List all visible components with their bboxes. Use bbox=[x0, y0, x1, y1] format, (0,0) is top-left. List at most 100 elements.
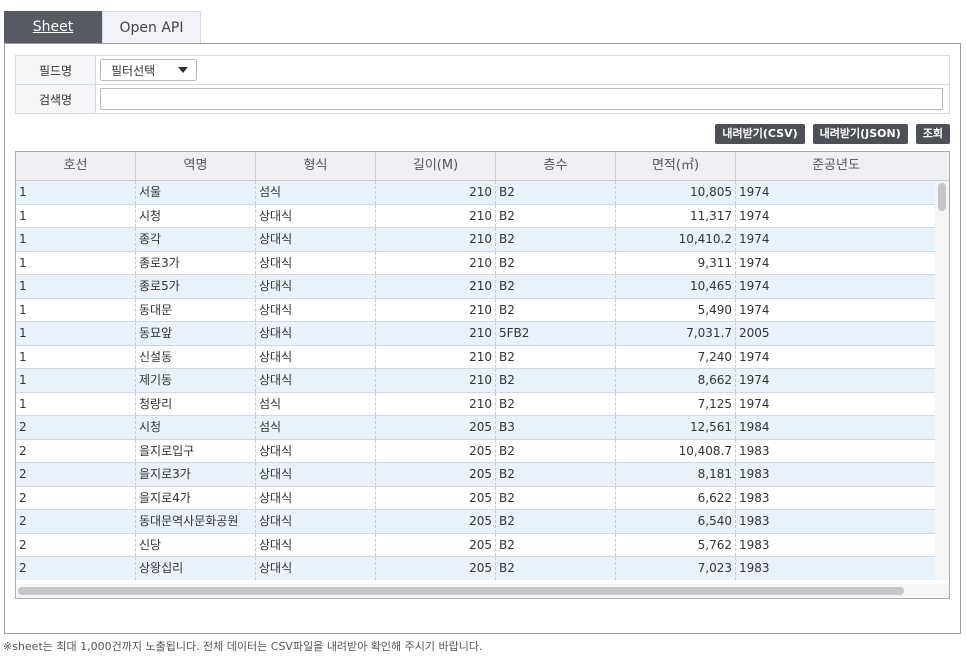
table-row[interactable]: 1 동대문 상대식 210 B2 5,490 1974 bbox=[16, 298, 936, 322]
table-cell: 10,410.2 bbox=[616, 228, 736, 251]
table-cell: B2 bbox=[496, 228, 616, 251]
table-cell: B2 bbox=[496, 275, 616, 298]
table-cell: 2 bbox=[16, 533, 136, 556]
table-cell: 210 bbox=[376, 369, 496, 392]
table-cell: 상대식 bbox=[256, 463, 376, 486]
table-cell: 2 bbox=[16, 439, 136, 462]
column-header-floors[interactable]: 층수 bbox=[496, 152, 616, 180]
filter-form: 필드명 필터선택 검색명 bbox=[15, 55, 950, 114]
table-cell: 1 bbox=[16, 181, 136, 204]
table-cell: 7,125 bbox=[616, 392, 736, 415]
tab-bar: Sheet Open API bbox=[4, 11, 201, 44]
table-cell: 6,622 bbox=[616, 486, 736, 509]
field-select-cell: 필터선택 bbox=[95, 55, 950, 85]
table-cell: 1974 bbox=[739, 185, 770, 199]
table-row[interactable]: 1 종각 상대식 210 B2 10,410.2 1974 bbox=[16, 228, 936, 252]
table-cell: 1974 bbox=[739, 373, 770, 387]
column-header-year[interactable]: 준공년도 bbox=[736, 152, 936, 180]
table-cell: 상대식 bbox=[256, 251, 376, 274]
column-header-station[interactable]: 역명 bbox=[136, 152, 256, 180]
download-csv-button[interactable]: 내려받기(CSV) bbox=[715, 124, 805, 144]
table-cell: 1974 bbox=[739, 208, 770, 223]
horizontal-scroll-thumb[interactable] bbox=[18, 587, 904, 595]
horizontal-scrollbar[interactable] bbox=[16, 584, 949, 598]
table-row[interactable]: 1 청량리 섬식 210 B2 7,125 1974 bbox=[16, 392, 936, 416]
table-cell: 2 bbox=[16, 416, 136, 439]
table-cell: B2 bbox=[496, 345, 616, 368]
table-cell: B2 bbox=[496, 369, 616, 392]
table-cell: 10,408.7 bbox=[616, 439, 736, 462]
table-row[interactable]: 1 시청 상대식 210 B2 11,317 1974 bbox=[16, 204, 936, 228]
tab-open-api[interactable]: Open API bbox=[102, 11, 201, 44]
column-header-area[interactable]: 면적(㎡) bbox=[616, 152, 736, 180]
table-cell: 1 bbox=[16, 204, 136, 227]
table-cell: 210 bbox=[376, 251, 496, 274]
table-row[interactable]: 2 시청 섬식 205 B3 12,561 1984 bbox=[16, 416, 936, 440]
table-row[interactable]: 1 종로3가 상대식 210 B2 9,311 1974 bbox=[16, 251, 936, 275]
table-cell: 210 bbox=[376, 228, 496, 251]
table-cell: 상대식 bbox=[256, 533, 376, 556]
search-input[interactable] bbox=[100, 88, 943, 110]
table-cell: B2 bbox=[496, 463, 616, 486]
table-row[interactable]: 1 종로5가 상대식 210 B2 10,465 1974 bbox=[16, 275, 936, 299]
table-row[interactable]: 2 을지로입구 상대식 205 B2 10,408.7 1983 bbox=[16, 439, 936, 463]
table-cell: 1983 bbox=[739, 537, 770, 552]
table-cell: B2 bbox=[496, 204, 616, 227]
table-cell: 8,662 bbox=[616, 369, 736, 392]
data-grid: 호선 역명 형식 길이(M) 층수 면적(㎡) 준공년도 1 서울 섬식 210 B2 1… bbox=[15, 151, 950, 599]
column-header-type[interactable]: 형식 bbox=[256, 152, 376, 180]
tab-sheet[interactable]: Sheet bbox=[4, 11, 102, 44]
column-header-length[interactable]: 길이(M) bbox=[376, 152, 496, 180]
table-cell: 210 bbox=[376, 298, 496, 321]
table-cell: B3 bbox=[496, 416, 616, 439]
table-cell: 을지로4가 bbox=[136, 486, 256, 509]
table-cell: 210 bbox=[376, 275, 496, 298]
table-cell: 제기동 bbox=[136, 369, 256, 392]
table-row[interactable]: 2 동대문역사문화공원 상대식 205 B2 6,540 1983 bbox=[16, 510, 936, 534]
table-cell: 동묘앞 bbox=[136, 322, 256, 345]
table-row[interactable]: 1 신설동 상대식 210 B2 7,240 1974 bbox=[16, 345, 936, 369]
table-row[interactable]: 2 을지로3가 상대식 205 B2 8,181 1983 bbox=[16, 463, 936, 487]
table-cell: 상대식 bbox=[256, 298, 376, 321]
table-cell: 205 bbox=[376, 510, 496, 533]
table-row[interactable]: 1 동묘앞 상대식 210 5FB2 7,031.7 2005 bbox=[16, 322, 936, 346]
table-cell: 5FB2 bbox=[496, 322, 616, 345]
table-cell: 동대문역사문화공원 bbox=[136, 510, 256, 533]
table-cell: B2 bbox=[496, 392, 616, 415]
table-cell: 상왕십리 bbox=[136, 557, 256, 580]
table-cell: 섬식 bbox=[256, 416, 376, 439]
table-row[interactable]: 2 상왕십리 상대식 205 B2 7,023 1983 bbox=[16, 557, 936, 580]
table-cell: 11,317 bbox=[616, 204, 736, 227]
column-header-line[interactable]: 호선 bbox=[16, 152, 136, 180]
table-cell: 1 bbox=[16, 345, 136, 368]
download-json-button[interactable]: 내려받기(JSON) bbox=[812, 124, 908, 144]
table-cell: 상대식 bbox=[256, 486, 376, 509]
table-row[interactable]: 2 을지로4가 상대식 205 B2 6,622 1983 bbox=[16, 486, 936, 510]
table-cell: 7,240 bbox=[616, 345, 736, 368]
table-cell: 상대식 bbox=[256, 439, 376, 462]
table-cell: 1974 bbox=[739, 279, 770, 293]
table-cell: 상대식 bbox=[256, 204, 376, 227]
table-row[interactable]: 1 서울 섬식 210 B2 10,805 1974 bbox=[16, 181, 936, 205]
table-cell: 1974 bbox=[739, 349, 770, 364]
table-cell: 5,762 bbox=[616, 533, 736, 556]
table-cell: 시청 bbox=[136, 204, 256, 227]
query-button[interactable]: 조회 bbox=[915, 124, 950, 144]
table-cell: 7,023 bbox=[616, 557, 736, 580]
vertical-scrollbar[interactable] bbox=[935, 181, 949, 580]
table-cell: 12,561 bbox=[616, 416, 736, 439]
table-cell: 종각 bbox=[136, 228, 256, 251]
table-row[interactable]: 2 신당 상대식 205 B2 5,762 1983 bbox=[16, 533, 936, 557]
table-cell: 1974 bbox=[739, 302, 770, 317]
table-cell: 10,805 bbox=[616, 181, 736, 204]
search-name-label: 검색명 bbox=[15, 84, 96, 114]
table-cell: 상대식 bbox=[256, 275, 376, 298]
table-cell: 상대식 bbox=[256, 557, 376, 580]
table-cell: 상대식 bbox=[256, 322, 376, 345]
action-buttons: 내려받기(CSV) 내려받기(JSON) 조회 bbox=[715, 124, 950, 144]
table-cell: B2 bbox=[496, 533, 616, 556]
field-select[interactable]: 필터선택 bbox=[100, 59, 197, 81]
table-cell: 7,031.7 bbox=[616, 322, 736, 345]
table-row[interactable]: 1 제기동 상대식 210 B2 8,662 1974 bbox=[16, 369, 936, 393]
vertical-scroll-thumb[interactable] bbox=[938, 183, 946, 211]
